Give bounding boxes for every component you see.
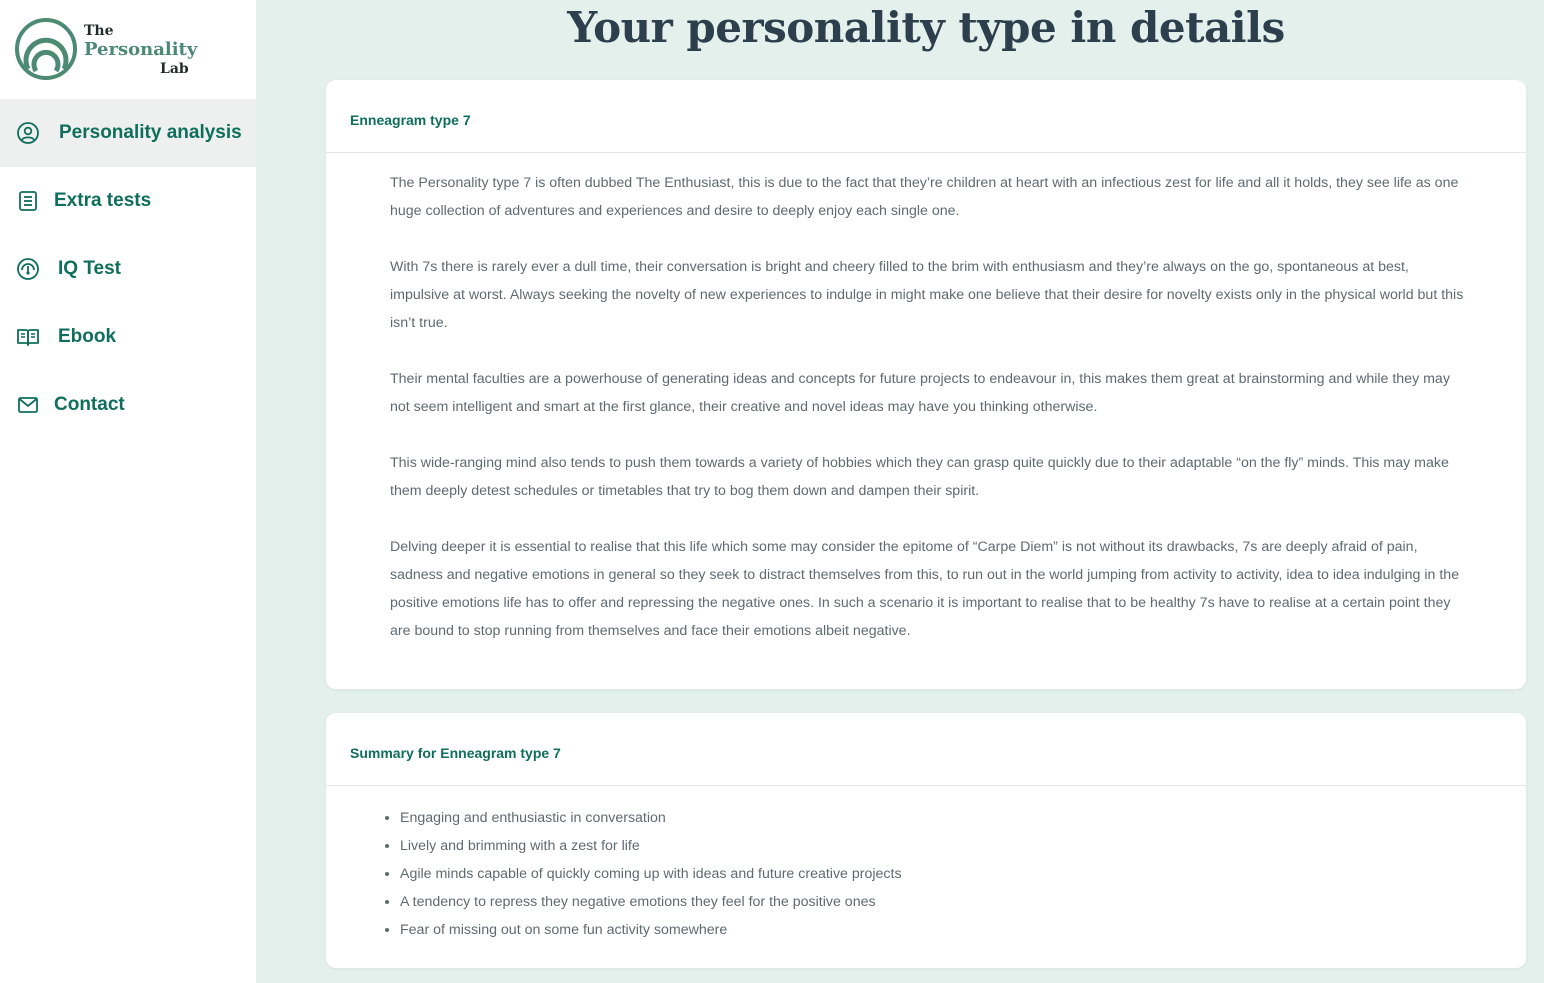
logo-the: The — [84, 23, 114, 39]
list-document-icon — [19, 191, 37, 211]
details-paragraph: Delving deeper it is essential to realis… — [390, 539, 1460, 639]
page-title: Your personality type in details — [567, 3, 1285, 52]
logo-personality: Personality — [84, 39, 198, 60]
details-card-body: The Personality type 7 is often dubbed T… — [326, 153, 1526, 645]
details-card-title: Enneagram type 7 — [350, 111, 471, 128]
sidebar-item-contact[interactable]: Contact — [0, 371, 256, 439]
summary-card: Summary for Enneagram type 7 Engaging an… — [326, 713, 1526, 968]
summary-list-item: A tendency to repress they negative emot… — [400, 888, 1526, 916]
sidebar-nav: Personality analysis Extra tests IQ Test — [0, 99, 256, 439]
sidebar-item-label: Contact — [54, 394, 125, 415]
sidebar-item-label: Ebook — [58, 326, 117, 347]
logo[interactable]: The Personality Lab — [14, 17, 254, 81]
sidebar: The Personality Lab Personality analysis… — [0, 0, 256, 983]
summary-list-item: Lively and brimming with a zest for life — [400, 832, 1526, 860]
logo-mark-icon — [15, 18, 77, 80]
details-card-header: Enneagram type 7 — [326, 80, 1526, 153]
logo-lab: Lab — [160, 61, 189, 77]
sidebar-item-personality-analysis[interactable]: Personality analysis — [0, 99, 256, 167]
summary-list-item: Engaging and enthusiastic in conversatio… — [400, 804, 1526, 832]
details-card: Enneagram type 7 The Personality type 7 … — [326, 80, 1526, 689]
sidebar-item-label: Personality analysis — [59, 122, 242, 143]
details-paragraph: With 7s there is rarely ever a dull time… — [390, 259, 1464, 331]
gauge-icon — [17, 258, 39, 280]
sidebar-item-label: Extra tests — [54, 190, 152, 211]
details-paragraph: This wide-ranging mind also tends to pus… — [390, 455, 1449, 499]
summary-list-item: Fear of missing out on some fun activity… — [400, 916, 1526, 944]
summary-card-header: Summary for Enneagram type 7 — [326, 713, 1526, 786]
sidebar-item-iq-test[interactable]: IQ Test — [0, 235, 256, 303]
open-book-icon — [17, 329, 39, 346]
sidebar-item-label: IQ Test — [58, 258, 121, 279]
summary-list: Engaging and enthusiastic in conversatio… — [326, 786, 1526, 944]
summary-card-title: Summary for Enneagram type 7 — [350, 744, 561, 761]
envelope-icon — [18, 397, 38, 413]
sidebar-item-extra-tests[interactable]: Extra tests — [0, 167, 256, 235]
details-paragraph: The Personality type 7 is often dubbed T… — [390, 175, 1459, 219]
summary-list-item: Agile minds capable of quickly coming up… — [400, 860, 1526, 888]
user-circle-icon — [17, 122, 39, 144]
sidebar-item-ebook[interactable]: Ebook — [0, 303, 256, 371]
details-paragraph: Their mental faculties are a powerhouse … — [390, 371, 1450, 415]
